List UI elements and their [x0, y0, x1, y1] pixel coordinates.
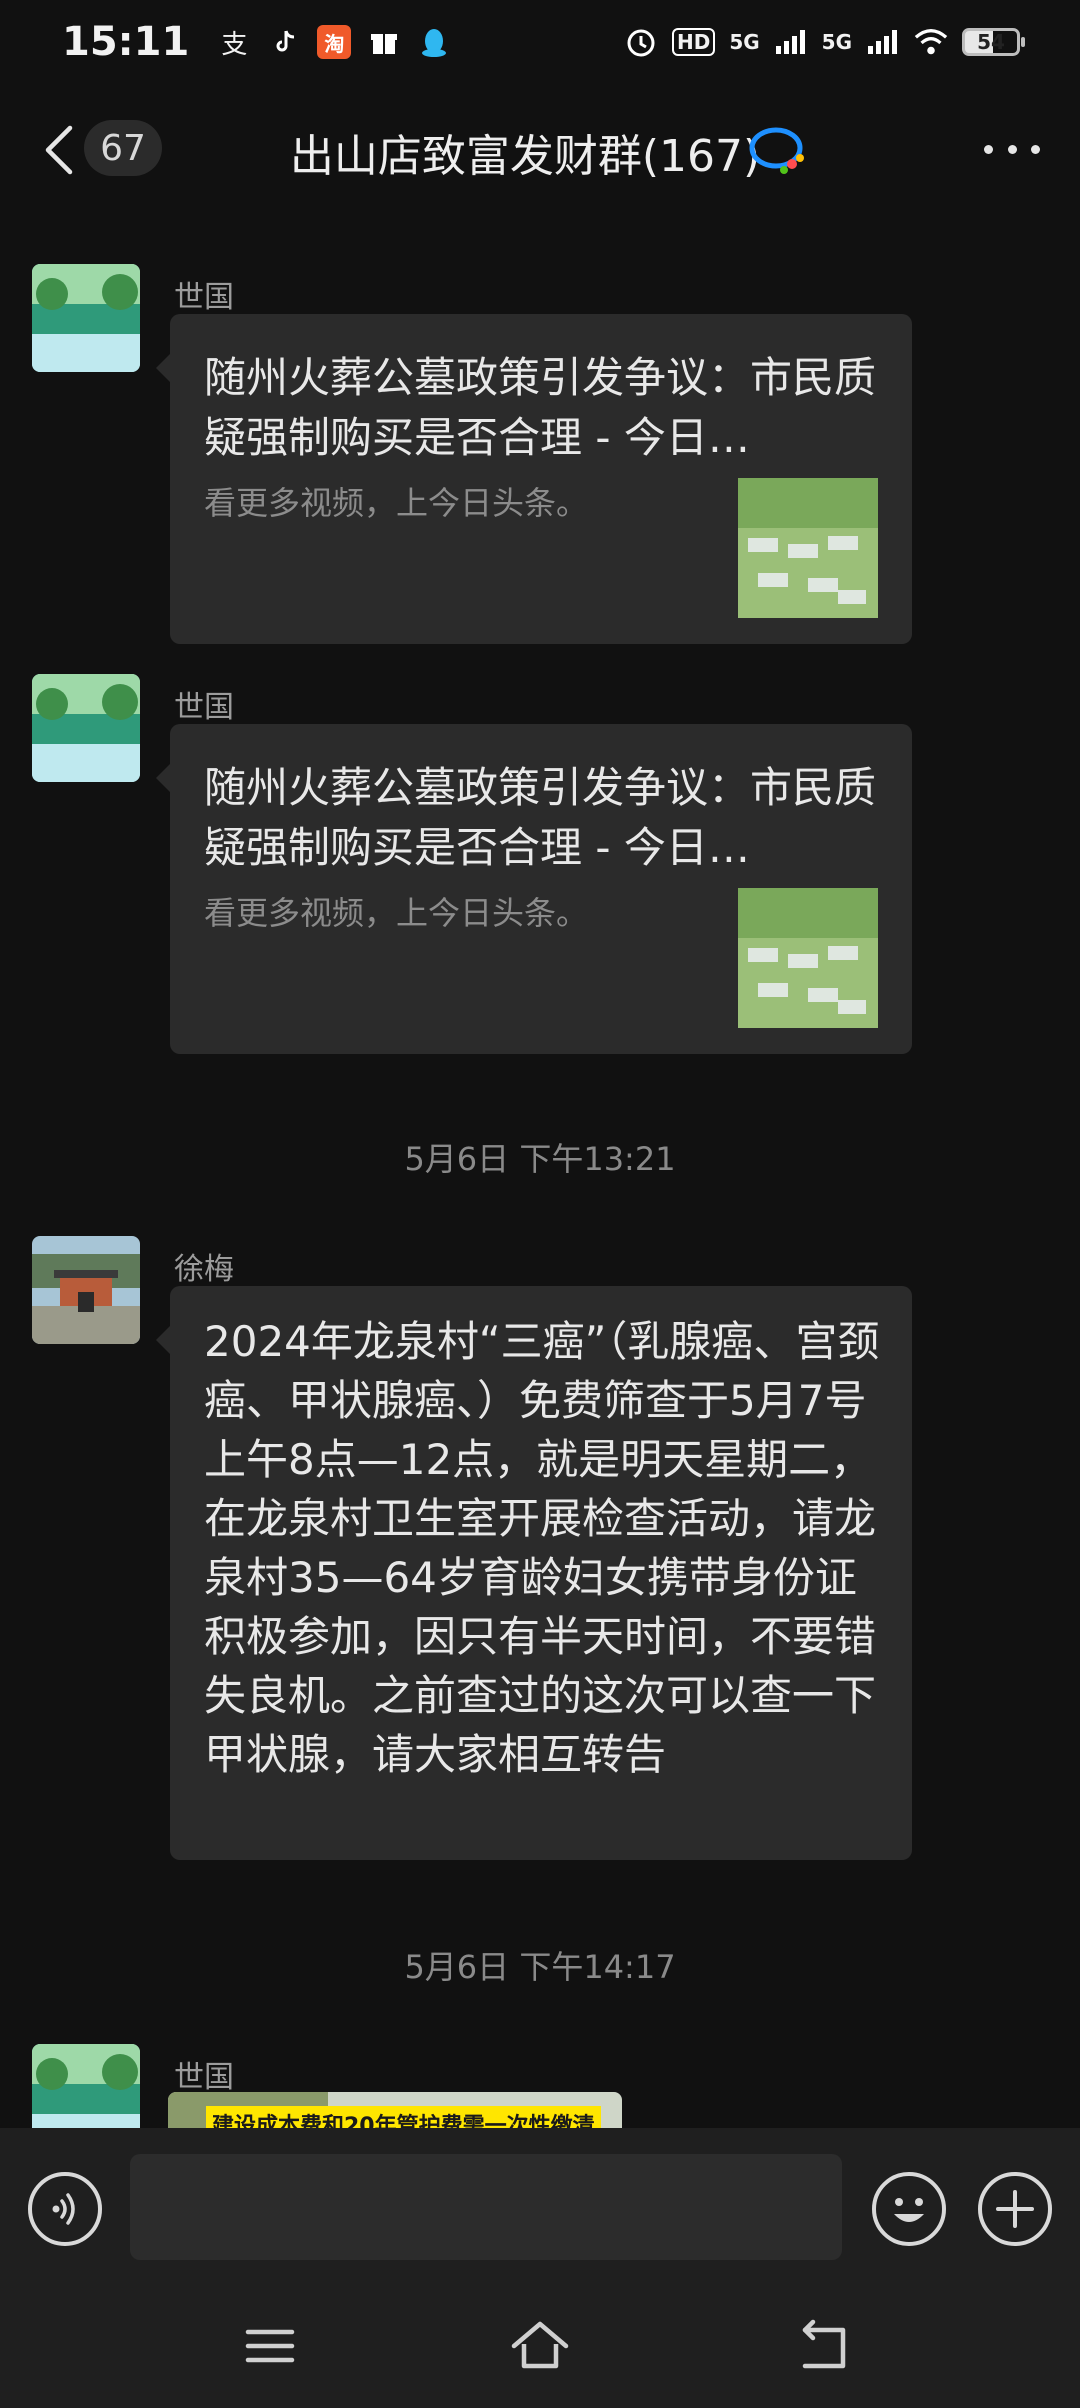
message-text: 2024年龙泉村“三癌”（乳腺癌、宫颈癌、甲状腺癌、）免费筛查于5月7号上午8点… [204, 1317, 880, 1779]
sender-name: 世国 [174, 690, 234, 725]
alipay-icon: 支 [221, 29, 248, 60]
qq-icon [417, 25, 451, 59]
card-thumbnail [738, 888, 878, 1028]
voice-icon [52, 2193, 75, 2225]
sender-name: 徐梅 [174, 1252, 234, 1287]
card-description: 看更多视频，上今日头条。 [204, 894, 589, 932]
more-functions-button[interactable] [978, 2172, 1052, 2246]
taobao-icon: 淘 [317, 25, 352, 59]
sender-name: 世国 [174, 2060, 234, 2095]
message-timestamp: 5月6日 下午13:21 [404, 1140, 676, 1178]
card-title: 随州火葬公墓政策引发争议：市民质疑强制购买是否合理 - 今日… [204, 763, 877, 872]
wifi-icon [914, 25, 948, 59]
home-icon [511, 2321, 569, 2369]
sender-name: 世国 [174, 280, 234, 315]
battery-indicator: 54 [962, 28, 1025, 56]
gift-icon [367, 25, 401, 59]
link-card[interactable]: 随州火葬公墓政策引发争议：市民质疑强制购买是否合理 - 今日… 看更多视频，上今… [156, 314, 912, 644]
signal-bars-icon-2 [866, 25, 900, 59]
smiley-icon [894, 2198, 924, 2222]
status-bar: 15:11 支 淘 HD 5G 5G 54 [0, 0, 1080, 84]
signal-5g-2: 5G [821, 30, 852, 54]
recent-apps-button[interactable] [240, 2316, 300, 2376]
alarm-icon [624, 25, 658, 59]
system-navigation-bar [0, 2288, 1080, 2408]
dot-icon [1007, 144, 1017, 154]
text-message-bubble[interactable]: 2024年龙泉村“三癌”（乳腺癌、宫颈癌、甲状腺癌、）免费筛查于5月7号上午8点… [156, 1286, 912, 1860]
message-input[interactable] [130, 2154, 842, 2260]
system-back-button[interactable] [795, 2316, 855, 2376]
status-time: 15:11 [62, 19, 190, 65]
avatar[interactable] [32, 674, 140, 782]
return-icon [802, 2319, 846, 2369]
signal-bars-icon [774, 25, 808, 59]
avatar[interactable] [32, 264, 140, 372]
hd-indicator: HD [671, 28, 716, 56]
dot-icon [984, 144, 993, 154]
image-message[interactable]: 建设成本费和20年管护费需一次性缴清 [168, 2092, 622, 2128]
notification-icons: 支 淘 [217, 25, 451, 60]
menu-icon [245, 2329, 295, 2363]
link-card[interactable]: 随州火葬公墓政策引发争议：市民质疑强制购买是否合理 - 今日… 看更多视频，上今… [156, 724, 912, 1054]
avatar[interactable] [32, 1236, 140, 1344]
message-input-bar [0, 2128, 1080, 2288]
message-timestamp: 5月6日 下午14:17 [404, 1948, 676, 1986]
voice-input-button[interactable] [28, 2172, 102, 2246]
card-description: 看更多视频，上今日头条。 [204, 484, 589, 522]
chat-message: 世国 建设成本费和20年管护费需一次性缴清 [0, 2044, 1080, 2128]
page-title[interactable]: 出山店致富发财群(167) [0, 120, 1080, 184]
more-options-button[interactable] [984, 134, 1040, 164]
system-status: HD 5G 5G 54 [624, 25, 1025, 59]
home-button[interactable] [510, 2316, 570, 2376]
plus-icon [996, 2190, 1034, 2228]
avatar[interactable] [32, 2044, 140, 2128]
chat-header: 67 出山店致富发财群(167) [0, 96, 1080, 204]
chat-bubble-icon [748, 126, 808, 178]
tiktok-icon [267, 25, 301, 59]
dot-icon [1031, 144, 1040, 154]
card-title: 随州火葬公墓政策引发争议：市民质疑强制购买是否合理 - 今日… [204, 353, 877, 462]
emoji-button[interactable] [872, 2172, 946, 2246]
signal-5g-1: 5G [729, 30, 760, 54]
card-thumbnail [738, 478, 878, 618]
image-caption: 建设成本费和20年管护费需一次性缴清 [206, 2106, 601, 2128]
